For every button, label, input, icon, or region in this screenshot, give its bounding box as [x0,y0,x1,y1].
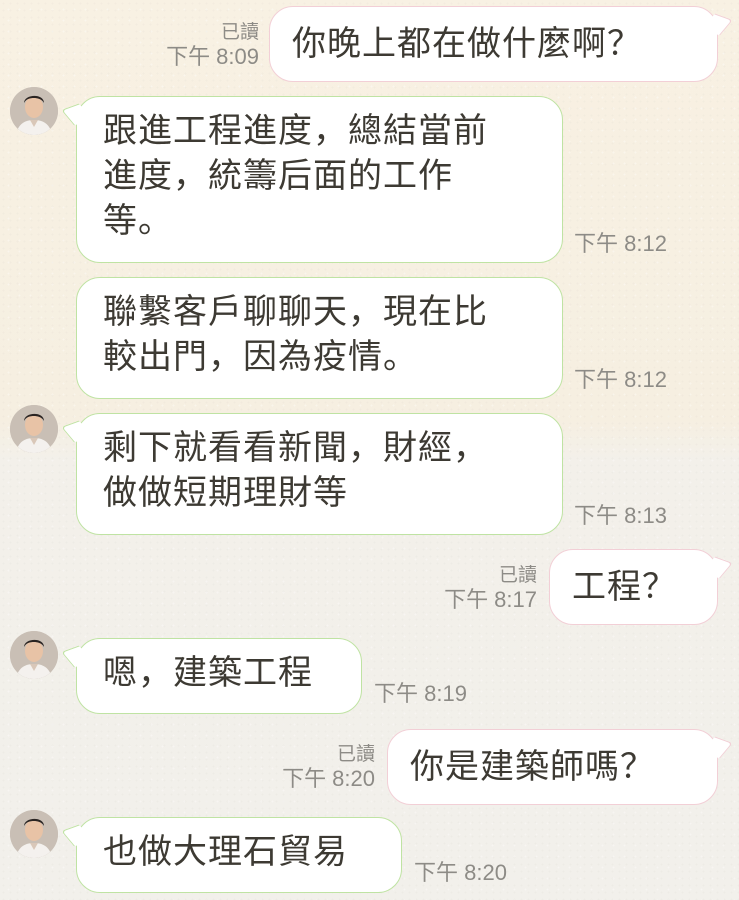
bubble-tail [702,736,733,759]
bubble-tail [702,13,733,36]
contact-avatar[interactable] [10,810,58,858]
message-text: 嗯，建築工程 [103,653,313,693]
message-time: 下午 8:13 [574,503,667,528]
message-text: 你是建築師嗎？ [410,747,655,787]
read-receipt: 已讀 [498,565,537,586]
message-time: 下午 8:19 [374,681,467,706]
incoming-message-bubble[interactable]: 聯繫客戶聊聊天，現在比 較出門，因為疫情。 [76,277,563,399]
message-text: 聯繫客戶聊聊天，現在比 較出門，因為疫情。 [103,292,488,377]
message-text: 也做大理石貿易 [103,832,348,872]
read-receipt: 已讀 [336,744,375,765]
chat-thread[interactable]: 你晚上都在做什麼啊？ 已讀 下午 8:09 跟進工程進度，總結當前 進度，統籌后… [0,0,739,900]
person-photo-icon [10,405,58,453]
incoming-message-bubble[interactable]: 剩下就看看新聞，財經， 做做短期理財等 [61,413,563,535]
message-meta: 已讀 下午 8:09 [166,22,259,70]
read-receipt: 已讀 [220,22,259,43]
bubble-tail [61,103,92,126]
bubble-tail [61,645,92,668]
contact-avatar[interactable] [10,631,58,679]
bubble-tail [61,420,92,443]
message-time: 下午 8:20 [414,860,507,885]
message-time: 下午 8:09 [166,44,259,69]
message-text: 剩下就看看新聞，財經， 做做短期理財等 [103,428,488,513]
outgoing-message-bubble[interactable]: 工程？ [549,549,733,625]
message-text: 跟進工程進度，總結當前 進度，統籌后面的工作 等。 [103,111,488,241]
message-time: 下午 8:12 [574,367,667,392]
incoming-message-bubble[interactable]: 嗯，建築工程 [61,638,362,714]
message-time: 下午 8:17 [444,587,537,612]
message-time: 下午 8:20 [282,766,375,791]
message-text: 工程？ [572,567,677,607]
bubble-tail [61,824,92,847]
message-time: 下午 8:12 [574,231,667,256]
bubble-tail [702,556,733,579]
contact-avatar[interactable] [10,405,58,453]
message-meta: 已讀 下午 8:20 [282,744,375,792]
incoming-message-bubble[interactable]: 也做大理石貿易 [61,817,402,893]
message-meta: 已讀 下午 8:17 [444,565,537,613]
outgoing-message-bubble[interactable]: 你是建築師嗎？ [387,729,733,805]
incoming-message-bubble[interactable]: 跟進工程進度，總結當前 進度，統籌后面的工作 等。 [61,96,563,263]
person-photo-icon [10,87,58,135]
contact-avatar[interactable] [10,87,58,135]
person-photo-icon [10,810,58,858]
person-photo-icon [10,631,58,679]
message-text: 你晚上都在做什麼啊？ [292,24,642,64]
outgoing-message-bubble[interactable]: 你晚上都在做什麼啊？ [269,6,733,82]
